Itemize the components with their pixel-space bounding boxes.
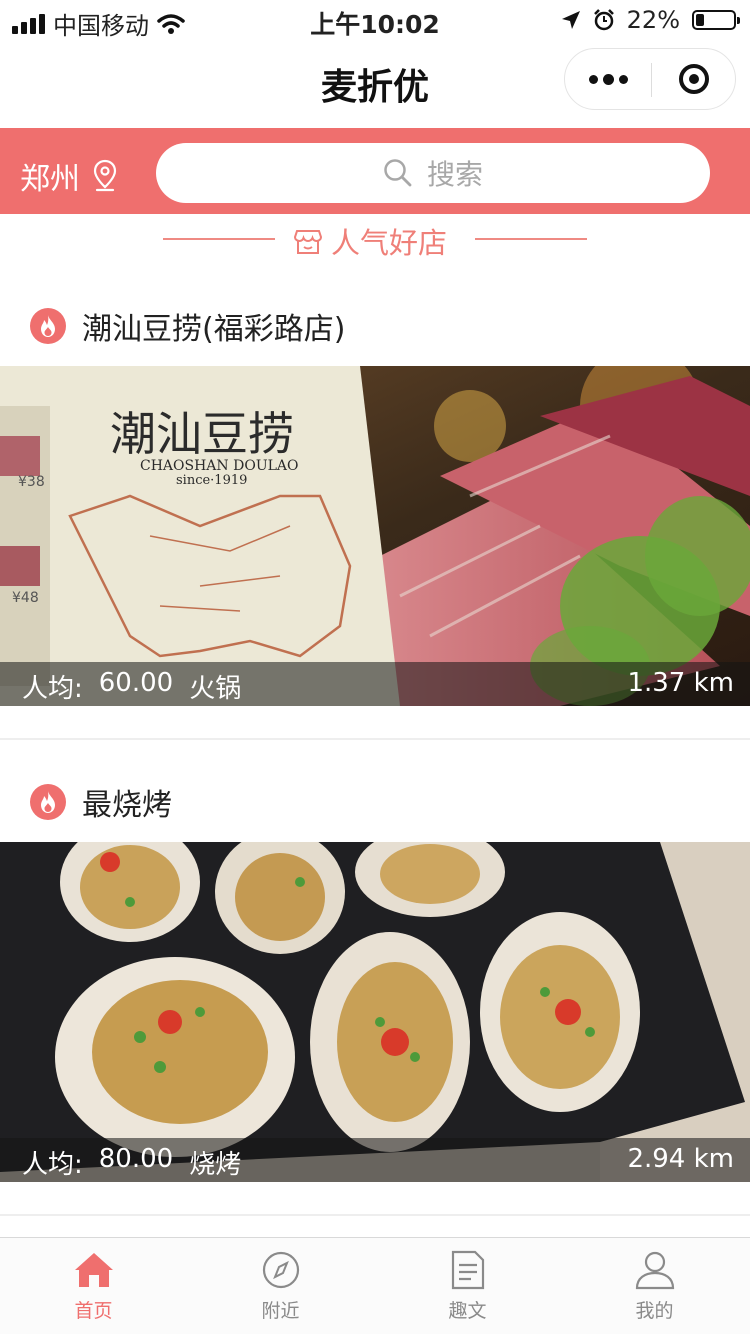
menu-title-graphic: 潮汕豆捞 bbox=[110, 407, 294, 461]
battery-icon bbox=[692, 10, 740, 30]
price-info: 人均: 60.00 火锅 bbox=[22, 668, 241, 705]
document-icon bbox=[451, 1250, 484, 1290]
search-placeholder: 搜索 bbox=[426, 158, 483, 191]
status-right: 22% bbox=[561, 6, 740, 34]
battery-percent: 22% bbox=[626, 6, 680, 34]
hot-badge-icon bbox=[30, 308, 66, 344]
user-icon bbox=[635, 1251, 674, 1290]
card-divider bbox=[0, 1214, 750, 1216]
price-value: 80.00 bbox=[98, 1144, 174, 1174]
svg-text:CHAOSHAN DOULAO: CHAOSHAN DOULAO bbox=[140, 458, 299, 474]
store-header: 最烧烤 bbox=[30, 780, 172, 824]
store-info-overlay: 人均: 60.00 火锅 1.37 km bbox=[0, 662, 750, 706]
distance-label: 1.37 km bbox=[627, 668, 734, 698]
section-header: 人气好店 bbox=[0, 214, 750, 266]
svg-text:¥48: ¥48 bbox=[12, 590, 39, 606]
hot-badge-icon bbox=[30, 784, 66, 820]
alarm-icon bbox=[593, 9, 614, 31]
flame-icon bbox=[41, 791, 55, 813]
search-header: 郑州 搜索 bbox=[0, 128, 750, 214]
home-icon bbox=[74, 1253, 113, 1287]
tab-label: 首页 bbox=[74, 1300, 113, 1322]
store-info-overlay: 人均: 80.00 烧烤 2.94 km bbox=[0, 1138, 750, 1182]
distance-label: 2.94 km bbox=[627, 1144, 734, 1174]
store-photo[interactable]: 人均: 80.00 烧烤 2.94 km bbox=[0, 842, 750, 1182]
card-divider bbox=[0, 738, 750, 740]
more-button[interactable] bbox=[565, 49, 651, 109]
close-miniprogram-button[interactable] bbox=[652, 49, 736, 109]
search-input[interactable]: 搜索 bbox=[156, 143, 710, 203]
oyster-photo bbox=[0, 842, 750, 1182]
tab-profile[interactable]: 我的 bbox=[561, 1238, 748, 1335]
svg-text:since·1919: since·1919 bbox=[176, 473, 247, 488]
tab-bar: 首页 附近 趣文 我的 bbox=[0, 1237, 750, 1334]
section-divider-left bbox=[163, 238, 275, 240]
status-bar: 中国移动 上午10:02 22% bbox=[0, 0, 750, 40]
target-icon bbox=[679, 64, 709, 94]
city-selector[interactable]: 郑州 bbox=[20, 154, 118, 198]
tab-articles[interactable]: 趣文 bbox=[374, 1238, 561, 1335]
store-card[interactable]: 潮汕豆捞(福彩路店) ¥38 ¥48 潮汕豆捞 CHAOSHAN DOULAO … bbox=[0, 266, 750, 740]
price-info: 人均: 80.00 烧烤 bbox=[22, 1144, 241, 1181]
battery-level bbox=[696, 14, 704, 26]
tab-label: 附近 bbox=[261, 1300, 300, 1322]
location-arrow-icon bbox=[561, 11, 580, 29]
store-name: 最烧烤 bbox=[82, 788, 172, 823]
price-label: 人均: bbox=[22, 1150, 83, 1180]
category-label: 烧烤 bbox=[189, 1150, 242, 1180]
location-pin-icon bbox=[93, 159, 117, 192]
store-header: 潮汕豆捞(福彩路店) bbox=[30, 304, 345, 348]
hotpot-photo: ¥38 ¥48 潮汕豆捞 CHAOSHAN DOULAO since·1919 bbox=[0, 366, 750, 706]
svg-text:¥38: ¥38 bbox=[18, 474, 45, 490]
city-label: 郑州 bbox=[20, 162, 80, 197]
tab-home[interactable]: 首页 bbox=[0, 1238, 187, 1335]
section-title-text: 人气好店 bbox=[331, 226, 448, 260]
miniprogram-capsule bbox=[564, 48, 736, 110]
shop-icon bbox=[293, 230, 323, 254]
store-photo[interactable]: ¥38 ¥48 潮汕豆捞 CHAOSHAN DOULAO since·1919 … bbox=[0, 366, 750, 706]
store-card[interactable]: 最烧烤 人均: 80.00 烧烤 2.94 km bbox=[0, 742, 750, 1216]
tab-label: 趣文 bbox=[448, 1300, 487, 1322]
price-label: 人均: bbox=[22, 674, 83, 704]
tab-nearby[interactable]: 附近 bbox=[187, 1238, 374, 1335]
section-divider-right bbox=[475, 238, 587, 240]
search-icon bbox=[384, 159, 412, 187]
category-label: 火锅 bbox=[189, 674, 242, 704]
tab-label: 我的 bbox=[635, 1300, 674, 1322]
nav-bar: 麦折优 bbox=[0, 40, 750, 128]
store-name: 潮汕豆捞(福彩路店) bbox=[82, 312, 346, 347]
compass-icon bbox=[262, 1251, 299, 1289]
section-title: 人气好店 bbox=[293, 220, 447, 262]
price-value: 60.00 bbox=[98, 668, 174, 698]
flame-icon bbox=[41, 315, 55, 337]
